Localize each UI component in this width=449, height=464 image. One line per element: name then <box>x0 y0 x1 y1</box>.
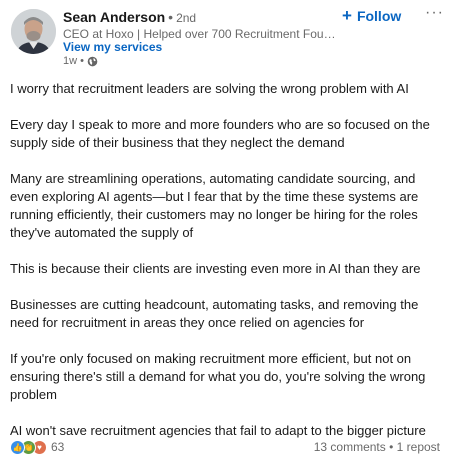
author-name-row: Sean Anderson • 2nd <box>63 8 196 27</box>
name-separator: • <box>168 9 174 25</box>
post-meta: 1w • <box>63 54 98 68</box>
post-paragraph: Businesses are cutting headcount, automa… <box>10 297 419 330</box>
avatar-image <box>11 9 56 54</box>
post-timestamp[interactable]: 1w <box>63 54 77 68</box>
follow-label: Follow <box>356 8 402 24</box>
like-icon: 👍 <box>10 440 25 455</box>
meta-separator: • <box>80 55 84 67</box>
post-body: I worry that recruitment leaders are sol… <box>10 80 440 440</box>
reposts-count[interactable]: 1 repost <box>397 440 440 454</box>
comments-count[interactable]: 13 comments <box>314 440 386 454</box>
post-header: Sean Anderson • 2nd CEO at Hoxo | Helped o… <box>10 5 443 68</box>
post-paragraph: This is because their clients are invest… <box>10 261 421 276</box>
engagement-stats: 13 comments • 1 repost <box>314 440 440 455</box>
reactions-summary[interactable]: 👍 👏 ♥ 63 <box>10 440 64 455</box>
post-paragraph: Many are streamlining operations, automa… <box>10 171 419 240</box>
author-avatar[interactable] <box>11 9 56 54</box>
reaction-count: 63 <box>51 440 65 454</box>
view-services-link[interactable]: View my services <box>63 40 162 55</box>
author-name[interactable]: Sean Anderson <box>63 9 165 25</box>
plus-icon: + <box>342 6 352 25</box>
social-counts: 👍 👏 ♥ 63 13 comments • 1 repost <box>10 440 440 458</box>
post-paragraph: I worry that recruitment leaders are sol… <box>10 81 409 96</box>
post-paragraph: If you're only focused on making recruit… <box>10 351 426 402</box>
follow-button[interactable]: + Follow <box>342 6 401 26</box>
more-options-icon[interactable]: ··· <box>425 5 443 24</box>
post-paragraph: AI won't save recruitment agencies that … <box>10 423 426 438</box>
author-headline: CEO at Hoxo | Helped over 700 Recruitmen… <box>63 27 338 41</box>
connection-degree: 2nd <box>176 11 197 25</box>
stats-separator: • <box>389 440 394 454</box>
globe-icon <box>87 56 98 67</box>
post-paragraph: Every day I speak to more and more found… <box>10 117 430 150</box>
